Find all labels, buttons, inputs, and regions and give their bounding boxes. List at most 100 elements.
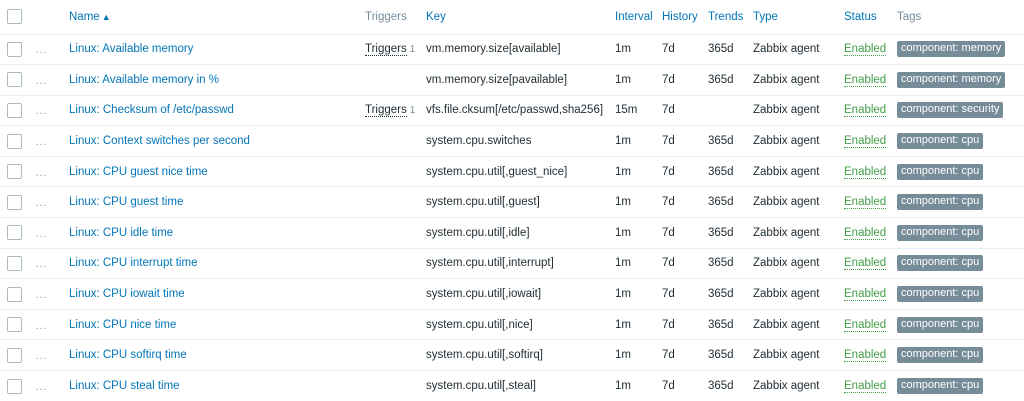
item-trends: [708, 95, 753, 126]
item-interval: 1m: [615, 349, 631, 362]
more-options-icon[interactable]: …: [35, 379, 47, 393]
item-name-link[interactable]: Linux: CPU interrupt time: [69, 257, 197, 269]
tag-badge[interactable]: component: cpu: [897, 163, 984, 180]
item-key: system.cpu.util[,idle]: [426, 226, 530, 239]
sort-ascending-icon: ▲: [101, 11, 111, 22]
item-name-link[interactable]: Linux: Context switches per second: [69, 135, 250, 147]
tag-badge[interactable]: component: memory: [897, 71, 1006, 88]
row-menu-cell: …: [34, 95, 69, 126]
tag-badge[interactable]: component: cpu: [897, 347, 984, 364]
status-toggle[interactable]: Enabled: [844, 288, 887, 302]
item-name-link[interactable]: Linux: Checksum of /etc/passwd: [69, 104, 234, 116]
item-trends: 365d: [708, 135, 734, 148]
sort-by-status-header[interactable]: Status: [844, 0, 897, 34]
item-trends: 365d: [708, 318, 734, 331]
row-menu-cell: …: [34, 34, 69, 65]
row-checkbox[interactable]: [7, 164, 22, 180]
tag-badge[interactable]: component: security: [897, 102, 1004, 119]
name-header-label[interactable]: Name: [69, 11, 100, 23]
item-name-link[interactable]: Linux: CPU softirq time: [69, 349, 187, 361]
row-select-cell: [0, 156, 34, 187]
status-toggle[interactable]: Enabled: [844, 257, 887, 271]
sort-by-name-header[interactable]: Name ▲: [69, 0, 365, 34]
row-menu-cell: …: [34, 279, 69, 310]
item-name-link[interactable]: Linux: CPU iowait time: [69, 288, 185, 300]
item-name-link[interactable]: Linux: Available memory in %: [69, 74, 219, 86]
sort-by-type-header[interactable]: Type: [753, 0, 844, 34]
status-toggle[interactable]: Enabled: [844, 104, 887, 118]
item-key: system.cpu.util[,softirq]: [426, 349, 543, 362]
status-toggle[interactable]: Enabled: [844, 380, 887, 394]
sort-by-trends-header[interactable]: Trends: [708, 0, 753, 34]
status-toggle[interactable]: Enabled: [844, 196, 887, 210]
status-toggle[interactable]: Enabled: [844, 135, 887, 149]
row-checkbox[interactable]: [7, 286, 22, 302]
more-options-icon[interactable]: …: [35, 256, 47, 270]
more-options-icon[interactable]: …: [35, 165, 47, 179]
row-checkbox[interactable]: [7, 72, 22, 88]
more-options-icon[interactable]: …: [35, 42, 47, 56]
tag-badge[interactable]: component: cpu: [897, 224, 984, 241]
row-checkbox[interactable]: [7, 378, 22, 394]
item-name-link[interactable]: Linux: CPU nice time: [69, 319, 176, 331]
status-toggle[interactable]: Enabled: [844, 43, 887, 57]
tag-badge[interactable]: component: cpu: [897, 255, 984, 272]
row-checkbox[interactable]: [7, 347, 22, 363]
triggers-link[interactable]: Triggers: [365, 43, 407, 57]
table-row: … Linux: CPU iowait time system.cpu.util[,…: [0, 278, 1024, 310]
item-name-link[interactable]: Linux: CPU steal time: [69, 380, 180, 392]
status-toggle[interactable]: Enabled: [844, 165, 887, 179]
more-options-icon[interactable]: …: [35, 287, 47, 301]
row-checkbox[interactable]: [7, 255, 22, 271]
triggers-cell: [365, 65, 426, 96]
more-options-icon[interactable]: …: [35, 73, 47, 87]
row-checkbox[interactable]: [7, 102, 22, 118]
item-interval: 1m: [615, 380, 631, 393]
more-options-icon[interactable]: …: [35, 134, 47, 148]
more-options-icon[interactable]: …: [35, 103, 47, 117]
tag-badge[interactable]: component: memory: [897, 41, 1006, 58]
more-options-icon[interactable]: …: [35, 195, 47, 209]
row-menu-cell: …: [34, 126, 69, 157]
row-checkbox[interactable]: [7, 317, 22, 333]
item-key: vm.memory.size[available]: [426, 43, 561, 56]
tag-badge[interactable]: component: cpu: [897, 286, 984, 303]
row-select-cell: [0, 279, 34, 310]
triggers-link[interactable]: Triggers: [365, 104, 407, 118]
item-key: system.cpu.switches: [426, 135, 532, 148]
sort-by-key-header[interactable]: Key: [426, 0, 615, 34]
item-name-link[interactable]: Linux: CPU guest time: [69, 196, 183, 208]
status-toggle[interactable]: Enabled: [844, 349, 887, 363]
row-checkbox[interactable]: [7, 41, 22, 57]
tag-badge[interactable]: component: cpu: [897, 133, 984, 150]
sort-by-history-header[interactable]: History: [662, 0, 708, 34]
status-toggle[interactable]: Enabled: [844, 318, 887, 332]
item-type: Zabbix agent: [753, 226, 820, 239]
select-all-checkbox[interactable]: [7, 9, 22, 25]
status-toggle[interactable]: Enabled: [844, 73, 887, 87]
row-checkbox[interactable]: [7, 225, 22, 241]
item-trends: 365d: [708, 165, 734, 178]
item-history: 7d: [662, 165, 675, 178]
item-type: Zabbix agent: [753, 73, 820, 86]
item-interval: 1m: [615, 196, 631, 209]
item-interval: 1m: [615, 165, 631, 178]
item-key: system.cpu.util[,guest]: [426, 196, 540, 209]
status-toggle[interactable]: Enabled: [844, 226, 887, 240]
tag-badge[interactable]: component: cpu: [897, 316, 984, 333]
more-options-icon[interactable]: …: [35, 348, 47, 362]
row-checkbox[interactable]: [7, 194, 22, 210]
item-name-link[interactable]: Linux: CPU idle time: [69, 227, 173, 239]
more-options-icon[interactable]: …: [35, 318, 47, 332]
row-select-cell: [0, 65, 34, 96]
item-name-link[interactable]: Linux: CPU guest nice time: [69, 166, 208, 178]
row-select-cell: [0, 34, 34, 65]
item-interval: 1m: [615, 135, 631, 148]
triggers-cell: [365, 340, 426, 371]
tag-badge[interactable]: component: cpu: [897, 194, 984, 211]
more-options-icon[interactable]: …: [35, 226, 47, 240]
sort-by-interval-header[interactable]: Interval: [615, 0, 662, 34]
row-checkbox[interactable]: [7, 133, 22, 149]
item-name-link[interactable]: Linux: Available memory: [69, 43, 193, 55]
tag-badge[interactable]: component: cpu: [897, 378, 984, 395]
